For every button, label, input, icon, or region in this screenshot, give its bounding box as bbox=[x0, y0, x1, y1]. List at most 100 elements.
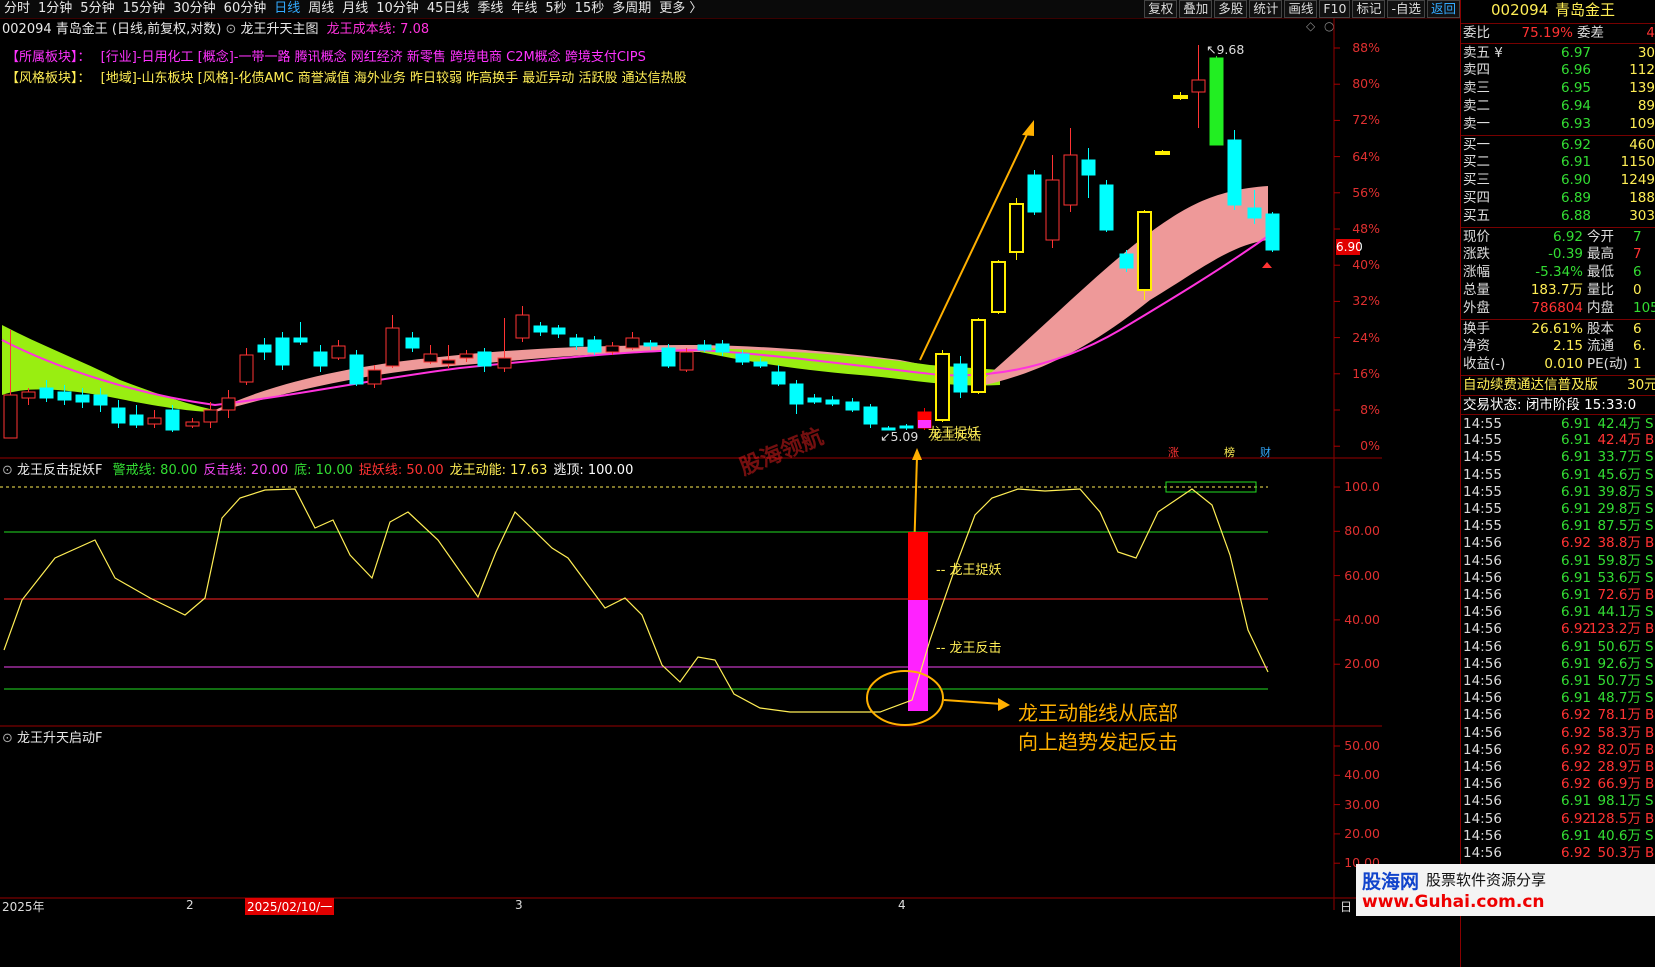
quote-cell: 14:56 bbox=[1463, 759, 1502, 775]
time-axis-corner[interactable]: 日 bbox=[1340, 898, 1352, 915]
quote-cell: 28.9万 bbox=[1597, 759, 1641, 775]
axis-tick: 60.00 bbox=[1344, 567, 1380, 583]
quote-cell: 30元 bbox=[1627, 377, 1655, 393]
quote-cell: 1150 bbox=[1620, 154, 1655, 170]
launch-indicator-name[interactable]: 龙王升天启动F bbox=[17, 731, 102, 746]
quote-cell: S bbox=[1645, 449, 1654, 466]
osc-param-5: 逃顶: 100.00 bbox=[553, 463, 634, 478]
annotation-line-1: 龙王动能线从底部 bbox=[1018, 701, 1178, 725]
quote-cell: 卖三 bbox=[1463, 80, 1490, 96]
kline-chart-canvas[interactable] bbox=[0, 0, 1460, 967]
ask-row-2: 卖三 6.95 139 bbox=[1461, 79, 1655, 97]
quote-cell: 188 bbox=[1629, 190, 1655, 206]
tick-row-24: 14:56 6.91 40.6万 S bbox=[1461, 827, 1655, 845]
candle-58 bbox=[1063, 128, 1078, 212]
candle-44 bbox=[807, 394, 822, 404]
quote-cell: 14:56 bbox=[1463, 690, 1502, 707]
tick-row-21: 14:56 6.92 66.9万 B bbox=[1461, 775, 1655, 793]
quote-cell: 45.6万 bbox=[1597, 466, 1641, 483]
bull-ribbon-rise bbox=[985, 186, 1268, 385]
quote-cell: 786804 bbox=[1531, 300, 1583, 316]
tick-row-16: 14:56 6.91 48.7万 S bbox=[1461, 689, 1655, 707]
candle-14 bbox=[257, 338, 272, 360]
stat-row-6: 净资 2.15 流通 6. bbox=[1461, 337, 1655, 355]
candle-51 bbox=[935, 350, 950, 422]
quote-cell: 128.5万 bbox=[1588, 810, 1641, 827]
launch-toggle-icon[interactable]: ⊙ bbox=[2, 731, 13, 746]
badge-rank[interactable]: 榜 bbox=[1224, 444, 1235, 460]
quote-cell: S bbox=[1645, 638, 1654, 655]
osc-param-1: 反击线: 20.00 bbox=[203, 463, 289, 478]
osc-toggle-icon[interactable]: ⊙ bbox=[2, 463, 13, 478]
candle-37 bbox=[679, 348, 694, 372]
signal-arrow-head bbox=[912, 448, 922, 460]
quote-cell: 14:56 bbox=[1463, 587, 1502, 603]
badge-finance[interactable]: 财 bbox=[1260, 444, 1271, 460]
quote-cell: 买一 bbox=[1463, 137, 1490, 153]
candle-32 bbox=[587, 336, 602, 355]
quote-cell: 14:56 bbox=[1463, 724, 1502, 741]
quote-cell: 29.8万 bbox=[1597, 501, 1641, 517]
quote-cell: 买四 bbox=[1463, 190, 1490, 206]
quote-cell: 6.97 bbox=[1560, 45, 1591, 61]
osc-param-3: 捉妖线: 50.00 bbox=[358, 463, 444, 478]
tick-row-22: 14:56 6.91 98.1万 S bbox=[1461, 792, 1655, 810]
candle-15 bbox=[275, 332, 290, 370]
quote-cell: 1 bbox=[1633, 356, 1642, 372]
tick-row-12: 14:56 6.92 123.2万 B bbox=[1461, 620, 1655, 638]
quote-cell: 139 bbox=[1629, 80, 1655, 96]
quote-cell: 14:56 bbox=[1463, 827, 1502, 844]
promo-link: 自动续费通达信普及版 bbox=[1463, 377, 1598, 393]
osc-param-0: 警戒线: 80.00 bbox=[112, 463, 198, 478]
quote-cell: 6.92 bbox=[1552, 229, 1583, 245]
annotation-line-2: 向上趋势发起反击 bbox=[1018, 730, 1178, 754]
tick-row-14: 14:56 6.91 92.6万 S bbox=[1461, 655, 1655, 673]
tick-row-8: 14:56 6.91 59.8万 S bbox=[1461, 552, 1655, 570]
quote-cell: S bbox=[1645, 793, 1654, 810]
axis-tick: 30.00 bbox=[1344, 796, 1380, 812]
tick-row-15: 14:56 6.91 50.7万 S bbox=[1461, 672, 1655, 690]
candle-30 bbox=[551, 325, 566, 338]
axis-tick: 64% bbox=[1352, 148, 1380, 164]
quote-cell: 1249 bbox=[1620, 172, 1655, 188]
axis-tick: 56% bbox=[1352, 184, 1380, 200]
quote-cell: PE(动) bbox=[1587, 356, 1628, 372]
axis-tick: 40% bbox=[1352, 257, 1380, 273]
axis-tick: 80% bbox=[1352, 76, 1380, 92]
quote-weibi: 委比 75.19% 委差 4 bbox=[1461, 23, 1655, 42]
quote-cell: B bbox=[1645, 587, 1655, 603]
bid-row-2: 买三 6.90 1249 bbox=[1461, 171, 1655, 189]
quote-cell: 总量 bbox=[1463, 282, 1490, 298]
quote-cell: B bbox=[1645, 724, 1655, 741]
stat-row-2: 涨幅 -5.34% 最低 6 bbox=[1461, 263, 1655, 281]
quote-cell: B bbox=[1645, 621, 1655, 638]
quote-cell: S bbox=[1645, 483, 1654, 500]
axis-tick: 72% bbox=[1352, 112, 1380, 128]
quote-cell: 委比 bbox=[1463, 25, 1490, 41]
axis-tick: 88% bbox=[1352, 40, 1380, 55]
quote-cell: 7 bbox=[1633, 229, 1642, 245]
launch-panel-header: ⊙ 龙王升天启动F bbox=[2, 727, 103, 746]
bid-row-4: 买五 6.88 303 bbox=[1461, 207, 1655, 225]
osc-params: 警戒线: 80.00 反击线: 20.00 底: 10.00 捉妖线: 50.00 龙王… bbox=[107, 463, 634, 478]
watermark-brand: 股海网 bbox=[1362, 871, 1420, 893]
badge-limit-up[interactable]: 涨 bbox=[1168, 444, 1179, 460]
osc-indicator-name[interactable]: 龙王反击捉妖F bbox=[17, 463, 102, 478]
candle-9 bbox=[165, 405, 180, 432]
candle-46 bbox=[845, 398, 860, 412]
candle-6 bbox=[111, 400, 126, 428]
quote-cell: 59.8万 bbox=[1597, 552, 1641, 569]
candle-65 bbox=[1191, 45, 1206, 128]
ask-row-4: 卖一 6.93 109 bbox=[1461, 115, 1655, 133]
quote-cell: 委差 bbox=[1577, 25, 1604, 41]
quote-cell: 109 bbox=[1629, 116, 1655, 132]
candle-36 bbox=[661, 344, 676, 368]
quote-name: 青岛金王 bbox=[1555, 1, 1616, 19]
status-row: 交易状态: 闭市阶段 15:33:0 bbox=[1461, 395, 1655, 414]
quote-cell: S bbox=[1645, 827, 1654, 844]
quote-cell: 内盘 bbox=[1587, 300, 1614, 316]
quote-cell: 外盘 bbox=[1463, 300, 1490, 316]
candle-66 bbox=[1209, 56, 1224, 146]
quote-cell: 14:56 bbox=[1463, 776, 1502, 793]
quote-cell: 买二 bbox=[1463, 154, 1490, 170]
